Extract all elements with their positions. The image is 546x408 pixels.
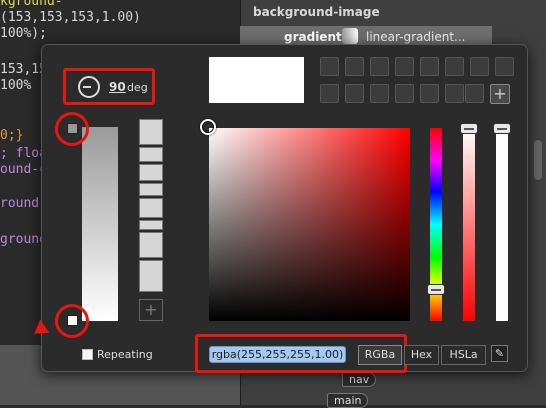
alpha-slider[interactable] [496, 128, 508, 321]
highlight-stop-top [55, 112, 89, 146]
repeating-label: Repeating [97, 348, 153, 361]
code-line: round [0, 196, 39, 211]
saturation-brightness-field[interactable] [209, 128, 410, 321]
stop-strip-segment[interactable] [139, 164, 163, 181]
nav-tag[interactable]: nav [342, 372, 377, 387]
hue-slider-handle[interactable] [427, 284, 445, 295]
swatch-slot[interactable] [345, 84, 364, 103]
swatch-slot[interactable] [370, 57, 389, 76]
swatch-slot[interactable] [445, 84, 464, 103]
code-text: 100% [0, 78, 32, 93]
swatch-slot[interactable] [320, 84, 339, 103]
main-tag[interactable]: main [327, 393, 369, 408]
alpha-slider-handle[interactable] [493, 123, 511, 134]
gradient-label: gradient [284, 30, 342, 44]
code-text: ground [0, 232, 47, 247]
code-line: 100% [0, 78, 31, 93]
highlight-angle [63, 68, 155, 105]
swatch-slot[interactable] [370, 84, 389, 103]
hsla-format-button[interactable]: HSLa [441, 345, 486, 365]
code-text: ound-c [0, 162, 47, 177]
stop-strip-segment[interactable] [139, 119, 163, 145]
gradient-swatch[interactable] [342, 28, 358, 44]
code-line: ound-c [0, 162, 47, 177]
gradient-value[interactable]: linear-gradient... [366, 30, 466, 44]
add-stop-button[interactable]: + [139, 299, 163, 321]
swatch-slot[interactable] [395, 57, 414, 76]
stop-strip-segment[interactable] [139, 232, 163, 258]
color-preview [209, 57, 304, 103]
highlight-stop-bottom [55, 304, 89, 338]
code-line: (153,153,153,1.00) [0, 10, 141, 25]
stop-strip-segment[interactable] [139, 147, 163, 162]
swatch-slot[interactable] [465, 84, 484, 103]
hex-format-button[interactable]: Hex [404, 345, 439, 365]
code-line: 0;} [0, 128, 23, 143]
swatch-slot[interactable] [395, 84, 414, 103]
rgba-format-button[interactable]: RGBa [358, 345, 402, 365]
code-line: ground [0, 232, 47, 247]
swatch-slot[interactable] [495, 57, 514, 76]
swatch-slot[interactable] [420, 84, 439, 103]
swatch-slot[interactable] [345, 57, 364, 76]
color-field-cursor[interactable] [200, 119, 216, 135]
stop-strip-segment[interactable] [139, 260, 163, 292]
code-text: 100%); [0, 26, 47, 41]
code-text: round [0, 196, 40, 211]
code-text: 0;} [0, 128, 24, 143]
property-heading: background-image [253, 5, 380, 19]
code-text: (153,153,153,1.00) [0, 10, 141, 25]
swatch-slot[interactable] [445, 57, 464, 76]
scrollbar[interactable] [534, 140, 542, 180]
code-text: kground- [0, 0, 63, 9]
swatch-slot[interactable] [420, 57, 439, 76]
eyedropper-icon[interactable]: ✎ [491, 345, 508, 362]
gradient-preview-bar[interactable] [82, 127, 118, 321]
add-swatch-button[interactable]: + [490, 84, 510, 104]
stop-strip-segment[interactable] [139, 198, 163, 218]
stop-strip-segment[interactable] [139, 220, 163, 230]
saturation-slider[interactable] [463, 128, 475, 321]
code-line: kground- [0, 0, 63, 9]
repeating-checkbox[interactable] [82, 349, 93, 360]
saturation-slider-handle[interactable] [460, 123, 478, 134]
stop-strip-segment[interactable] [139, 183, 163, 196]
swatch-slot[interactable] [470, 57, 489, 76]
swatch-slot[interactable] [320, 57, 339, 76]
code-line: 100%); [0, 26, 47, 41]
